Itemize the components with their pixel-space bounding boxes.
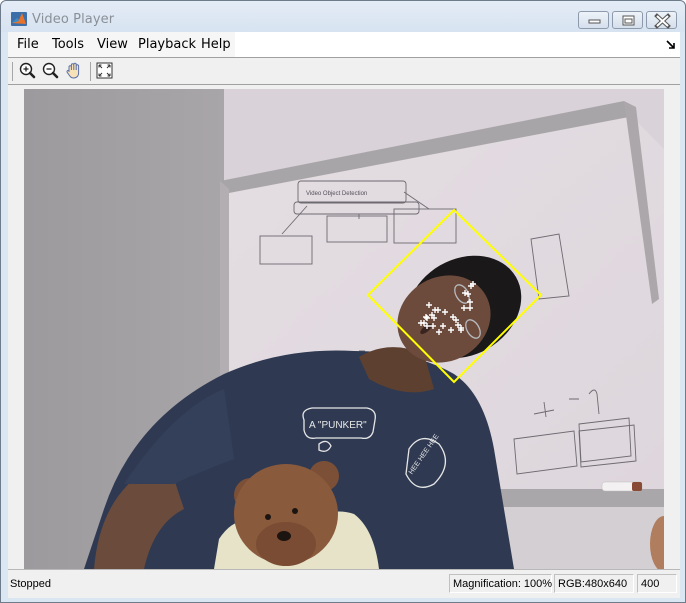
menu-bar: File Tools View Playback Help xyxy=(8,32,680,58)
lower-wall xyxy=(494,507,664,569)
dock-arrow-icon[interactable] xyxy=(666,40,676,50)
maximize-icon xyxy=(622,15,635,26)
minimize-button[interactable] xyxy=(578,11,609,29)
toolbar xyxy=(8,58,680,85)
menu-items: File Tools View Playback Help xyxy=(8,32,235,57)
window-title: Video Player xyxy=(32,12,115,27)
whiteboard-tray xyxy=(494,489,664,507)
svg-text:Video Object Detection: Video Object Detection xyxy=(306,191,367,197)
client-area: File Tools View Playback Help Video Obje… xyxy=(8,32,680,598)
frame-info-readout: RGB:480x640 xyxy=(558,578,628,590)
maximize-button[interactable] xyxy=(612,11,643,29)
shirt-text-punker: A "PUNKER" xyxy=(309,420,367,431)
menu-file[interactable]: File xyxy=(17,37,39,52)
video-scene: Video Object Detection A "PUNKER" HEE HE… xyxy=(24,89,664,569)
status-bar: Stopped Magnification: 100% RGB:480x640 … xyxy=(8,569,680,598)
title-bar[interactable]: Video Player xyxy=(1,1,685,32)
zoom-out-icon xyxy=(42,62,59,79)
fit-to-window-button[interactable] xyxy=(95,61,115,81)
playback-state: Stopped xyxy=(10,578,51,590)
frame-number-cell: 400 xyxy=(637,574,677,593)
marker-cap xyxy=(632,482,642,491)
menu-tools[interactable]: Tools xyxy=(52,37,84,52)
toolbar-separator xyxy=(90,62,91,81)
zoom-in-icon xyxy=(19,62,36,79)
video-frame[interactable]: Video Object Detection A "PUNKER" HEE HE… xyxy=(24,89,664,569)
menu-playback[interactable]: Playback xyxy=(138,37,196,52)
frame-info-cell: RGB:480x640 xyxy=(554,574,634,593)
whiteboard-text: Video Object Detection xyxy=(306,191,367,197)
pan-button[interactable] xyxy=(64,61,84,81)
zoom-out-button[interactable] xyxy=(41,61,61,81)
fit-to-window-icon xyxy=(96,62,113,79)
video-player-window: Video Player File Tools View Playback He… xyxy=(0,0,686,603)
close-icon xyxy=(654,13,671,29)
minimize-icon xyxy=(588,19,601,24)
hand-pan-icon xyxy=(66,62,80,79)
menu-help[interactable]: Help xyxy=(201,37,231,52)
magnification-readout: Magnification: 100% xyxy=(453,578,553,590)
magnification-cell: Magnification: 100% xyxy=(449,574,552,593)
toolbar-grip xyxy=(12,62,13,81)
frame-number-readout: 400 xyxy=(641,578,660,590)
close-button[interactable] xyxy=(646,11,677,29)
menu-view[interactable]: View xyxy=(97,37,128,52)
matlab-logo-icon xyxy=(11,12,27,26)
video-display-area: Video Object Detection A "PUNKER" HEE HE… xyxy=(8,85,680,569)
zoom-in-button[interactable] xyxy=(18,61,38,81)
